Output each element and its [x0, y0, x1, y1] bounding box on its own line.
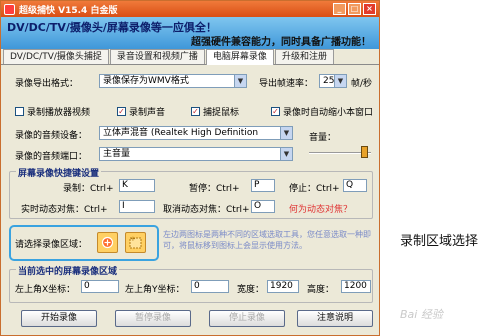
export-format-select[interactable]: 录像保存为WMV格式 ▼	[99, 74, 247, 88]
fps-label-wrap: 导出帧速率：	[259, 76, 313, 89]
audio-device-value: 立体声混音 (Realtek High Definition	[103, 128, 259, 138]
cancel-focus-label-wrap: 取消动态对焦：Ctrl+	[163, 202, 250, 215]
checkbox-mouse-label: 捕捉鼠标	[203, 108, 240, 118]
width-label: 宽度：	[237, 285, 265, 295]
maximize-icon[interactable]: □	[348, 3, 361, 15]
app-window: 超级捕快 V15.4 白金版 _ □ × DV/DC/TV/摄像头/屏幕录像等一…	[0, 0, 380, 336]
audio-port-value: 主音量	[103, 149, 131, 159]
focus-hotkey-label: 实时动态对焦：Ctrl+	[21, 205, 108, 215]
audio-port-label: 录像的音频端口：	[15, 152, 88, 162]
width-label-wrap: 宽度：	[237, 282, 264, 295]
fps-label: 导出帧速率：	[259, 79, 314, 89]
what-focus-link-wrap: 何为动态对焦？	[289, 202, 352, 215]
audio-device-label-wrap: 录像的音频设备：	[15, 128, 87, 141]
height-label-wrap: 高度：	[307, 282, 334, 295]
audio-port-label-wrap: 录像的音频端口：	[15, 149, 87, 162]
stop-hotkey-label: 停止：Ctrl+	[289, 184, 340, 194]
record-hotkey-label-wrap: 录制：Ctrl+	[63, 181, 114, 194]
stop-record-button[interactable]: 停止录像	[209, 310, 285, 327]
y-coord-label: 左上角Y坐标：	[125, 285, 185, 295]
region-tool-1-button[interactable]	[97, 232, 118, 253]
crosshair-icon	[101, 236, 114, 249]
chevron-down-icon[interactable]: ▼	[280, 148, 292, 160]
checkbox-sound-label: 录制声音	[129, 108, 166, 118]
area-tool-note: 左边两图标是两种不同的区域选取工具，您任意选取一种即可，将鼠标移到图标上会显示使…	[163, 230, 371, 250]
checkbox-minimize-label: 录像时自动缩小本窗口	[283, 108, 374, 118]
fps-unit-wrap: 帧/秒	[351, 76, 372, 89]
hotkeys-group-title: 屏幕录像快捷键设置	[16, 166, 102, 179]
export-format-label: 录像导出格式：	[15, 79, 79, 89]
start-record-button[interactable]: 开始录像	[21, 310, 97, 327]
audio-port-select[interactable]: 主音量 ▼	[99, 147, 293, 161]
what-is-dynamic-focus-link[interactable]: 何为动态对焦？	[289, 202, 352, 215]
banner-title: DV/DC/TV/摄像头/屏幕录像等一应俱全！	[7, 21, 217, 34]
checkbox-icon[interactable]	[15, 107, 24, 116]
audio-device-label: 录像的音频设备：	[15, 131, 88, 141]
title-bar: 超级捕快 V15.4 白金版 _ □ ×	[1, 1, 379, 17]
export-format-value: 录像保存为WMV格式	[103, 76, 189, 86]
audio-device-select[interactable]: 立体声混音 (Realtek High Definition ▼	[99, 126, 293, 140]
x-coord-input[interactable]: 0	[81, 280, 119, 293]
watermark: Bai 经验	[400, 308, 443, 321]
volume-slider-handle[interactable]	[361, 146, 368, 158]
fps-value: 25	[323, 76, 335, 86]
record-hotkey-input[interactable]: K	[119, 179, 155, 192]
tab-upgrade[interactable]: 升级和注册	[274, 49, 334, 64]
volume-label: 音量：	[309, 133, 337, 143]
current-area-title: 当前选中的屏幕录像区域	[16, 264, 120, 277]
width-input[interactable]: 1920	[267, 280, 299, 293]
record-hotkey-label: 录制：Ctrl+	[63, 184, 114, 194]
chevron-down-icon[interactable]: ▼	[234, 75, 246, 87]
focus-hotkey-input[interactable]: I	[119, 200, 155, 213]
export-format-row: 录像导出格式：	[15, 76, 78, 89]
window-title: 超级捕快 V15.4 白金版	[19, 5, 118, 16]
volume-label-wrap: 音量：	[309, 130, 336, 143]
tab-screen-record[interactable]: 电脑屏幕录像	[205, 49, 274, 65]
chevron-down-icon[interactable]: ▼	[334, 75, 346, 87]
tab-audio-broadcast[interactable]: 录音设置和视频广播	[109, 49, 205, 64]
stop-hotkey-input[interactable]: Q	[343, 179, 367, 192]
cancel-focus-hotkey-label: 取消动态对焦：Ctrl+	[163, 205, 250, 215]
annotation-label: 录制区域选择	[400, 234, 479, 249]
checkbox-player-label: 录制播放器视频	[27, 108, 91, 118]
checkbox-checked-icon[interactable]: ✓	[271, 107, 280, 116]
y-coord-input[interactable]: 0	[191, 280, 229, 293]
checkbox-checked-icon[interactable]: ✓	[191, 107, 200, 116]
checkbox-capture-mouse[interactable]: ✓ 捕捉鼠标	[191, 105, 239, 118]
pause-record-button[interactable]: 暂停录像	[115, 310, 191, 327]
checkbox-checked-icon[interactable]: ✓	[117, 107, 126, 116]
region-tool-2-button[interactable]: +	[125, 232, 146, 253]
app-icon	[4, 3, 15, 15]
fps-select[interactable]: 25 ▼	[319, 74, 347, 88]
x-coord-label-wrap: 左上角X坐标：	[15, 282, 75, 295]
height-label: 高度：	[307, 285, 335, 295]
checkbox-auto-minimize[interactable]: ✓ 录像时自动缩小本窗口	[271, 105, 373, 118]
height-input[interactable]: 1200	[341, 280, 371, 293]
pause-hotkey-label: 暂停：Ctrl+	[189, 184, 240, 194]
banner: DV/DC/TV/摄像头/屏幕录像等一应俱全！ 超强硬件兼容能力，同时具备广播功…	[1, 17, 379, 49]
minimize-icon[interactable]: _	[333, 3, 346, 15]
tab-strip: DV/DC/TV/摄像头捕捉 录音设置和视频广播 电脑屏幕录像 升级和注册	[1, 49, 379, 65]
region-select-icon: +	[129, 235, 142, 249]
stop-hotkey-label-wrap: 停止：Ctrl+	[289, 181, 340, 194]
y-coord-label-wrap: 左上角Y坐标：	[125, 282, 185, 295]
banner-subtitle: 超强硬件兼容能力，同时具备广播功能！	[191, 37, 371, 48]
chevron-down-icon[interactable]: ▼	[280, 127, 292, 139]
notes-button[interactable]: 注意说明	[297, 310, 373, 327]
fps-unit: 帧/秒	[351, 79, 373, 89]
checkbox-record-sound[interactable]: ✓ 录制声音	[117, 105, 165, 118]
cancel-focus-hotkey-input[interactable]: O	[251, 200, 275, 213]
checkbox-player-video[interactable]: 录制播放器视频	[15, 105, 90, 118]
close-icon[interactable]: ×	[363, 3, 376, 15]
pause-hotkey-label-wrap: 暂停：Ctrl+	[189, 181, 240, 194]
focus-hotkey-label-wrap: 实时动态对焦：Ctrl+	[21, 202, 108, 215]
area-label-wrap: 请选择录像区域：	[15, 237, 87, 250]
x-coord-label: 左上角X坐标：	[15, 285, 76, 295]
area-select-label: 请选择录像区域：	[15, 240, 88, 250]
svg-text:+: +	[130, 235, 136, 243]
tab-capture[interactable]: DV/DC/TV/摄像头捕捉	[3, 49, 109, 64]
pause-hotkey-input[interactable]: P	[251, 179, 275, 192]
